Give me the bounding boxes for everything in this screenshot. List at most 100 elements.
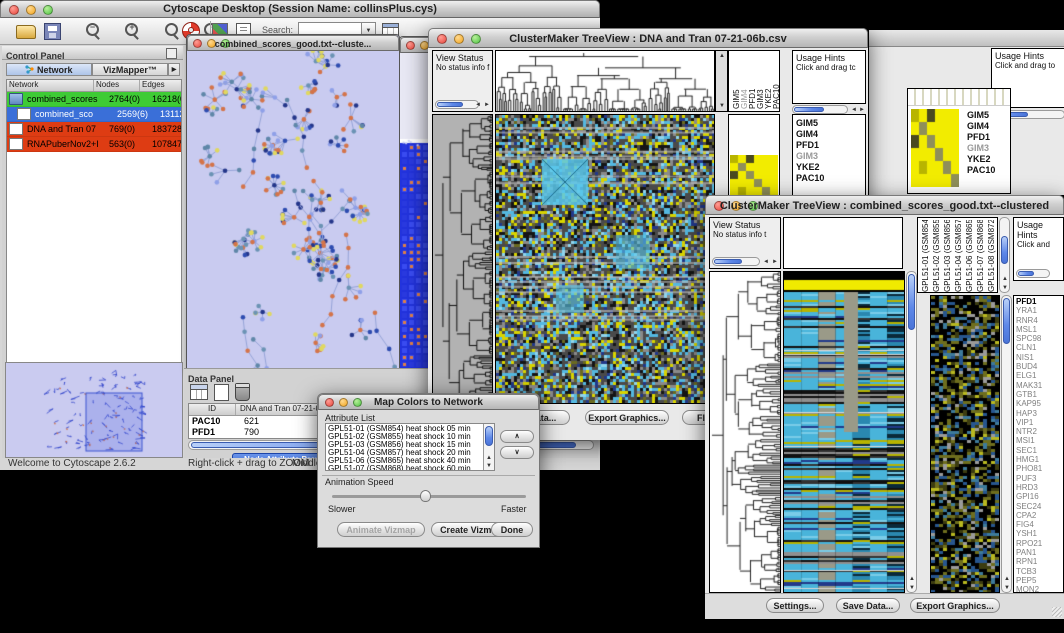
network-row[interactable]: RNAPuberNov2+I 563(0) 107847(0) (7, 137, 181, 152)
gene-label[interactable]: CLN1 (1016, 343, 1063, 352)
resize-grip[interactable] (1052, 607, 1062, 617)
array-label[interactable]: GPL51-02 (GSM855) (932, 220, 941, 292)
gene-label[interactable]: CPA2 (1016, 511, 1063, 520)
gene-label[interactable]: HRD3 (1016, 483, 1063, 492)
gene-dendrogram-panel[interactable] (432, 114, 493, 404)
gene-label[interactable]: SEC1 (1016, 446, 1063, 455)
gene-label[interactable]: PAC10 (967, 165, 995, 176)
gene-label[interactable]: NIS1 (1016, 353, 1063, 362)
zoom-fit-icon[interactable] (165, 23, 178, 36)
zoom-out-icon[interactable]: − (86, 23, 99, 36)
slider-thumb[interactable] (420, 490, 431, 502)
tab-network[interactable]: Network (6, 63, 92, 76)
network-canvas[interactable] (187, 51, 397, 368)
global-heatmap-panel[interactable] (495, 114, 715, 404)
main-titlebar[interactable]: Cytoscape Desktop (Session Name: collins… (0, 0, 600, 18)
gene-label[interactable]: PFD1 (1016, 297, 1063, 306)
network-overview-canvas[interactable] (5, 362, 183, 458)
array-label[interactable]: GPL51-08 (GSM872) (987, 220, 996, 292)
usage-hscrollbar[interactable] (792, 105, 848, 114)
view-status-scrollbar[interactable] (435, 100, 479, 109)
array-label[interactable]: GPL51-04 (GSM857) (954, 220, 963, 292)
array-label[interactable]: PAC10 (772, 50, 780, 109)
export-graphics-button[interactable]: Export Graphics... (910, 598, 1000, 613)
gene-label[interactable]: GTB1 (1016, 390, 1063, 399)
col-id[interactable]: ID (189, 404, 236, 415)
save-data-button[interactable]: Save Data... (836, 598, 900, 613)
global-heatmap-panel[interactable] (783, 271, 905, 593)
gene-label[interactable]: MSI1 (1016, 436, 1063, 445)
array-label[interactable]: GPL51-03 (GSM856) (943, 220, 952, 292)
gene-label[interactable]: TCB3 (1016, 567, 1063, 576)
open-file-icon[interactable] (16, 25, 36, 39)
gene-label[interactable]: GIM4 (967, 121, 995, 132)
new-attribute-icon[interactable] (214, 384, 229, 401)
gene-label[interactable]: YKE2 (796, 162, 865, 173)
array-label[interactable]: GPL51-01 (GSM854) (921, 220, 930, 292)
gene-label[interactable]: HAP3 (1016, 409, 1063, 418)
gene-label[interactable]: PAC10 (796, 173, 865, 184)
gene-label[interactable]: GIM5 (967, 110, 995, 121)
scroll-right-icon[interactable]: ► (858, 106, 866, 114)
gene-label[interactable]: PFD1 (796, 140, 865, 151)
gene-label[interactable]: RPN1 (1016, 557, 1063, 566)
zoom-in-icon[interactable]: + (125, 23, 138, 36)
attribute-vscrollbar[interactable]: ▲▼ (483, 424, 494, 470)
dialog-titlebar[interactable]: Map Colors to Network (318, 394, 539, 410)
close-button[interactable] (406, 41, 415, 50)
gene-label[interactable]: GPI16 (1016, 492, 1063, 501)
gene-dendrogram-panel[interactable] (709, 271, 781, 593)
animation-slider[interactable] (332, 495, 526, 498)
float-panel-icon[interactable] (166, 48, 177, 59)
yellow-heatmap-canvas[interactable] (911, 109, 959, 187)
attribute-item[interactable]: GPL51-07 (GSM868) heat shock 60 min (328, 465, 494, 471)
col-network[interactable]: Network (7, 80, 94, 91)
gene-label[interactable]: SEC24 (1016, 502, 1063, 511)
col-edges[interactable]: Edges (140, 80, 181, 91)
export-graphics-button[interactable]: Export Graphics... (585, 410, 669, 425)
network-row[interactable]: DNA and Tran 07 769(0) 183728(0) (7, 122, 181, 137)
network-row[interactable]: combined_sco 2569(6) 13112(15) (7, 107, 181, 122)
view-status-scrollbar[interactable] (712, 257, 760, 266)
gene-label[interactable]: PHO81 (1016, 464, 1063, 473)
gene-label[interactable]: BUD4 (1016, 362, 1063, 371)
done-button[interactable]: Done (491, 522, 533, 537)
scroll-left-icon[interactable]: ◄ (762, 258, 770, 266)
treeview2-titlebar[interactable]: ClusterMaker TreeView : combined_scores_… (705, 195, 1064, 215)
gene-label[interactable]: NTR2 (1016, 427, 1063, 436)
settings-button[interactable]: Settings... (766, 598, 824, 613)
gene-label[interactable]: ELG1 (1016, 371, 1063, 380)
array-dendrogram-panel[interactable] (495, 50, 715, 112)
gene-label[interactable]: YKE2 (967, 154, 995, 165)
animate-vizmap-button[interactable]: Animate Vizmap (337, 522, 425, 537)
gene-label[interactable]: VIP1 (1016, 418, 1063, 427)
tab-vizmapper[interactable]: VizMapper™ (92, 63, 168, 76)
move-down-button[interactable]: ∨ (500, 446, 534, 459)
array-label[interactable]: GPL51-06 (GSM865) (965, 220, 974, 292)
gene-label[interactable]: SPC98 (1016, 334, 1063, 343)
array-label[interactable]: GPL51-07 (GSM868) (976, 220, 985, 292)
treeview1-titlebar[interactable]: ClusterMaker TreeView : DNA and Tran 07-… (428, 28, 868, 48)
label-vscrollbar[interactable]: ▲▼ (999, 217, 1010, 293)
gene-label[interactable]: HMG1 (1016, 455, 1063, 464)
gene-label[interactable]: RPO21 (1016, 539, 1063, 548)
heatmap-vscrollbar[interactable]: ▲▼ (906, 271, 917, 593)
save-icon[interactable] (44, 23, 61, 40)
zoom-heatmap-panel[interactable] (930, 295, 1000, 593)
scroll-right-icon[interactable]: ► (483, 101, 491, 109)
gene-label[interactable]: MAK31 (1016, 381, 1063, 390)
gene-label[interactable]: PFD1 (967, 132, 995, 143)
gene-label[interactable]: GIM3 (796, 151, 865, 162)
scroll-left-icon[interactable]: ◄ (850, 106, 858, 114)
move-up-button[interactable]: ∧ (500, 430, 534, 443)
gene-label[interactable]: MON2 (1016, 585, 1063, 593)
gene-label[interactable]: YRA1 (1016, 306, 1063, 315)
network-row[interactable]: combined_scores 2764(0) 16218(0) (7, 92, 181, 107)
genelist-vscrollbar[interactable]: ▲▼ (1001, 295, 1012, 593)
table-mode-icon[interactable] (190, 384, 208, 400)
gene-label[interactable]: PAN1 (1016, 548, 1063, 557)
tab-overflow-arrow[interactable]: ▶ (168, 63, 180, 76)
gene-label[interactable]: RNR4 (1016, 316, 1063, 325)
gene-label[interactable]: GIM3 (967, 143, 995, 154)
usage-hscrollbar[interactable] (1016, 269, 1050, 278)
